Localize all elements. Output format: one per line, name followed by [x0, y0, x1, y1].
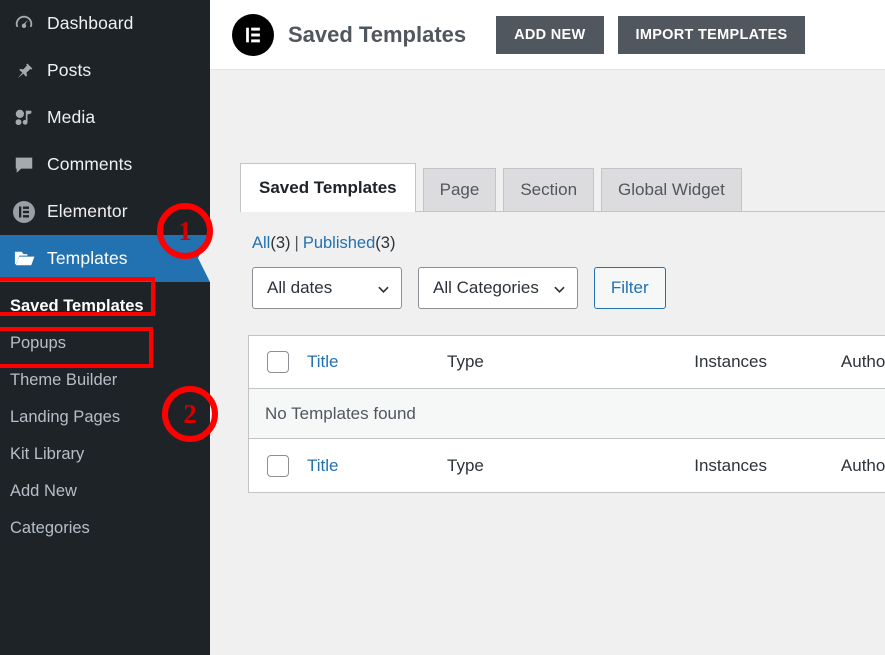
column-footer-title[interactable]: Title: [307, 456, 447, 476]
annotation-marker-2: 2: [162, 386, 218, 442]
body-area: Saved Templates Page Section Global Widg…: [210, 160, 885, 493]
submenu-item-kit-library[interactable]: Kit Library: [0, 436, 210, 473]
table-footer-row: Title Type Instances Author: [249, 439, 885, 492]
tab-global-widget[interactable]: Global Widget: [601, 168, 742, 211]
column-header-title[interactable]: Title: [307, 352, 447, 372]
submenu-item-categories[interactable]: Categories: [0, 510, 210, 547]
dates-select-value: All dates: [267, 278, 333, 297]
tab-saved-templates[interactable]: Saved Templates: [240, 163, 416, 212]
filter-link-published[interactable]: Published: [303, 234, 375, 252]
select-all-cell: [249, 351, 307, 373]
select-all-checkbox[interactable]: [267, 351, 289, 373]
main-content: Saved Templates ADD NEW IMPORT TEMPLATES…: [210, 0, 885, 655]
media-icon: [9, 104, 39, 132]
status-filter-links: All(3) | Published(3): [252, 234, 885, 253]
templates-table: Title Type Instances Author No Templates…: [248, 335, 885, 493]
column-header-instances: Instances: [694, 352, 767, 371]
folder-icon: [9, 245, 39, 273]
chevron-down-icon: [378, 286, 389, 293]
sidebar-item-posts[interactable]: Posts: [0, 47, 210, 94]
sidebar-item-dashboard[interactable]: Dashboard: [0, 0, 210, 47]
import-templates-button[interactable]: IMPORT TEMPLATES: [617, 15, 806, 54]
tab-page[interactable]: Page: [422, 168, 497, 211]
categories-select[interactable]: All Categories: [418, 267, 578, 309]
admin-sidebar: Dashboard Posts Media Comments Elementor…: [0, 0, 210, 655]
template-tabs: Saved Templates Page Section Global Widg…: [240, 160, 885, 212]
filter-link-all[interactable]: All: [252, 234, 270, 252]
elementor-icon: [9, 198, 39, 226]
no-templates-message: No Templates found: [265, 403, 416, 423]
chevron-down-icon: [554, 286, 565, 293]
sidebar-item-label: Templates: [47, 248, 128, 268]
tab-section[interactable]: Section: [503, 168, 595, 211]
filter-count-published: (3): [375, 234, 396, 252]
submenu-item-popups[interactable]: Popups: [0, 325, 210, 362]
column-footer-type: Type: [447, 455, 484, 475]
comment-icon: [9, 151, 39, 179]
dashboard-icon: [9, 10, 39, 38]
submenu-item-add-new[interactable]: Add New: [0, 473, 210, 510]
table-header-row: Title Type Instances Author: [249, 336, 885, 389]
column-footer-instances: Instances: [694, 455, 767, 475]
sidebar-item-comments[interactable]: Comments: [0, 141, 210, 188]
select-all-checkbox-footer[interactable]: [267, 454, 289, 477]
sidebar-item-label: Posts: [47, 60, 92, 80]
annotation-marker-1: 1: [157, 203, 213, 259]
admin-screen: Dashboard Posts Media Comments Elementor…: [0, 0, 885, 655]
sidebar-item-label: Elementor: [47, 201, 128, 221]
sidebar-item-label: Comments: [47, 154, 133, 174]
sidebar-item-label: Dashboard: [47, 13, 134, 33]
page-title: Saved Templates: [288, 21, 467, 47]
page-header: Saved Templates ADD NEW IMPORT TEMPLATES: [210, 0, 885, 70]
column-header-type: Type: [447, 352, 484, 371]
sidebar-item-label: Media: [47, 107, 96, 127]
submenu-item-saved-templates[interactable]: Saved Templates: [0, 288, 210, 325]
pin-icon: [9, 57, 39, 85]
elementor-logo: [232, 13, 274, 56]
filter-bar: All dates All Categories Filter: [252, 267, 885, 309]
sidebar-item-media[interactable]: Media: [0, 94, 210, 141]
select-all-footer-cell: [249, 454, 307, 477]
add-new-button[interactable]: ADD NEW: [496, 15, 604, 54]
categories-select-value: All Categories: [433, 278, 539, 297]
column-header-author: Author: [840, 352, 885, 371]
dates-select[interactable]: All dates: [252, 267, 402, 309]
filter-separator: |: [294, 234, 299, 252]
filter-button[interactable]: Filter: [593, 267, 666, 309]
column-footer-author: Author: [840, 455, 885, 475]
table-empty-row: No Templates found: [249, 389, 885, 439]
filter-count-all: (3): [270, 234, 291, 252]
